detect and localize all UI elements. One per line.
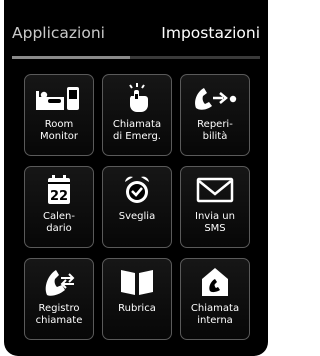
tile-label: Rubrica — [118, 303, 156, 314]
call-log-icon — [25, 265, 93, 299]
tile-label: Reperi- bilità — [197, 119, 233, 142]
screen: Applicazioni Impostazioni Room Monitor C… — [0, 0, 272, 356]
app-tile-call-log[interactable]: Registro chiamate — [24, 258, 94, 340]
tile-label: Calen- dario — [43, 211, 75, 234]
app-tile-reachability[interactable]: Reperi- bilità — [180, 74, 250, 156]
app-tile-room-monitor[interactable]: Room Monitor — [24, 74, 94, 156]
emergency-call-icon — [103, 81, 171, 115]
calendar-day-number: 22 — [50, 189, 68, 204]
app-tile-emergency-call[interactable]: Chiamata di Emerg. — [102, 74, 172, 156]
reachability-icon — [181, 81, 249, 115]
app-tile-send-sms[interactable]: Invia un SMS — [180, 166, 250, 248]
baby-monitor-icon — [25, 81, 93, 115]
internal-call-icon — [181, 265, 249, 299]
app-tile-alarm[interactable]: Sveglia — [102, 166, 172, 248]
app-tile-internal-call[interactable]: Chiamata interna — [180, 258, 250, 340]
phonebook-icon — [103, 265, 171, 299]
app-grid: Room Monitor Chiamata di Emerg. Reperi- … — [24, 74, 250, 340]
tile-label: Sveglia — [118, 211, 156, 222]
app-tile-calendar[interactable]: 22 Calen- dario — [24, 166, 94, 248]
tile-label: Chiamata interna — [190, 303, 240, 326]
tab-settings[interactable]: Impostazioni — [161, 22, 260, 44]
envelope-icon — [181, 173, 249, 207]
tile-label: Room Monitor — [39, 119, 78, 142]
active-tab-indicator — [12, 56, 130, 59]
tile-label: Registro chiamate — [35, 303, 83, 326]
phone-display: Applicazioni Impostazioni Room Monitor C… — [4, 0, 268, 356]
tile-label: Chiamata di Emerg. — [112, 119, 162, 142]
app-tile-phonebook[interactable]: Rubrica — [102, 258, 172, 340]
tab-applications[interactable]: Applicazioni — [12, 22, 105, 44]
tile-label: Invia un SMS — [195, 211, 235, 234]
tab-bar: Applicazioni Impostazioni — [4, 22, 268, 46]
calendar-icon: 22 — [25, 173, 93, 207]
alarm-clock-icon — [103, 173, 171, 207]
